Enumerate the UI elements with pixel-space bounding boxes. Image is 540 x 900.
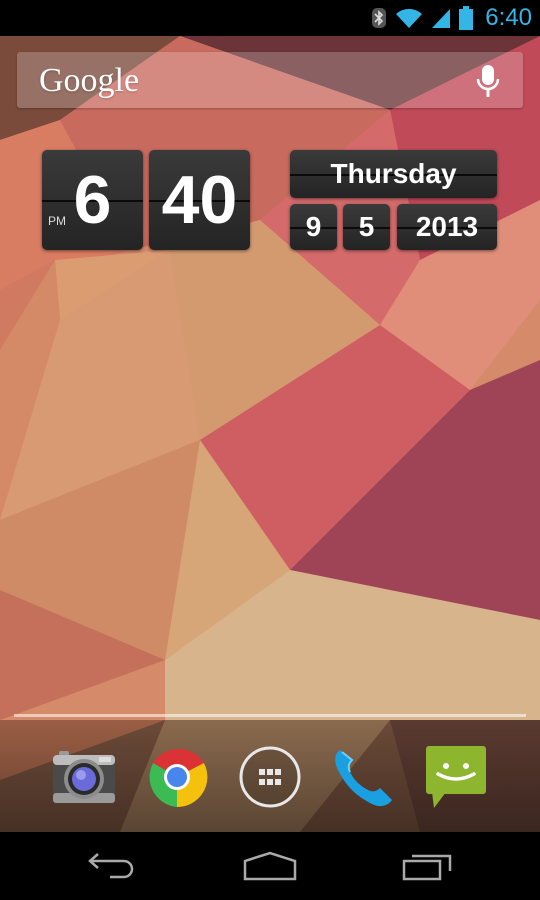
clock-ampm: PM bbox=[48, 214, 66, 228]
recents-icon bbox=[402, 854, 452, 881]
dock-app-drawer[interactable] bbox=[235, 742, 305, 812]
clock-weekday-value: Thursday bbox=[330, 158, 457, 189]
status-clock: 6:40 bbox=[485, 4, 532, 31]
clock-year-value: 2013 bbox=[415, 211, 479, 242]
messaging-icon bbox=[426, 746, 486, 808]
dock-app-camera[interactable] bbox=[49, 742, 119, 812]
clock-month-value: 9 bbox=[305, 211, 322, 242]
dock-app-messaging[interactable] bbox=[421, 742, 491, 812]
clock-hour-value: 6 bbox=[73, 162, 112, 238]
bluetooth-icon bbox=[372, 8, 387, 28]
clock-day-value: 5 bbox=[358, 211, 375, 242]
back-button[interactable] bbox=[72, 844, 152, 888]
app-drawer-icon bbox=[239, 746, 301, 808]
back-icon bbox=[88, 853, 134, 879]
mic-icon[interactable] bbox=[473, 64, 503, 98]
camera-icon bbox=[53, 751, 115, 803]
recent-apps-button[interactable] bbox=[388, 844, 468, 888]
cell-signal-icon bbox=[432, 9, 451, 28]
clock-minute-value: 40 bbox=[161, 162, 238, 238]
clock-year[interactable]: 2013 bbox=[397, 204, 497, 250]
clock-weekday[interactable]: Thursday bbox=[290, 150, 497, 198]
clock-minute[interactable]: 40 bbox=[149, 150, 250, 250]
dock bbox=[0, 720, 540, 832]
dock-app-chrome[interactable] bbox=[142, 742, 212, 812]
home-icon bbox=[243, 851, 297, 881]
clock-hour[interactable]: PM 6 bbox=[42, 150, 143, 250]
clock-month[interactable]: 9 bbox=[290, 204, 337, 250]
google-logo: Google bbox=[39, 62, 140, 99]
chrome-icon bbox=[149, 748, 208, 808]
phone-icon bbox=[335, 750, 392, 807]
status-icons: 6:40 bbox=[371, 0, 532, 36]
status-bar: 6:40 bbox=[0, 0, 540, 36]
dock-app-phone[interactable] bbox=[328, 742, 398, 812]
dock-divider bbox=[14, 714, 526, 717]
home-button[interactable] bbox=[230, 844, 310, 888]
clock-day[interactable]: 5 bbox=[343, 204, 390, 250]
google-search-bar[interactable]: Google bbox=[17, 52, 523, 108]
battery-icon bbox=[459, 6, 474, 30]
navigation-bar bbox=[0, 832, 540, 900]
wifi-icon bbox=[396, 8, 423, 28]
